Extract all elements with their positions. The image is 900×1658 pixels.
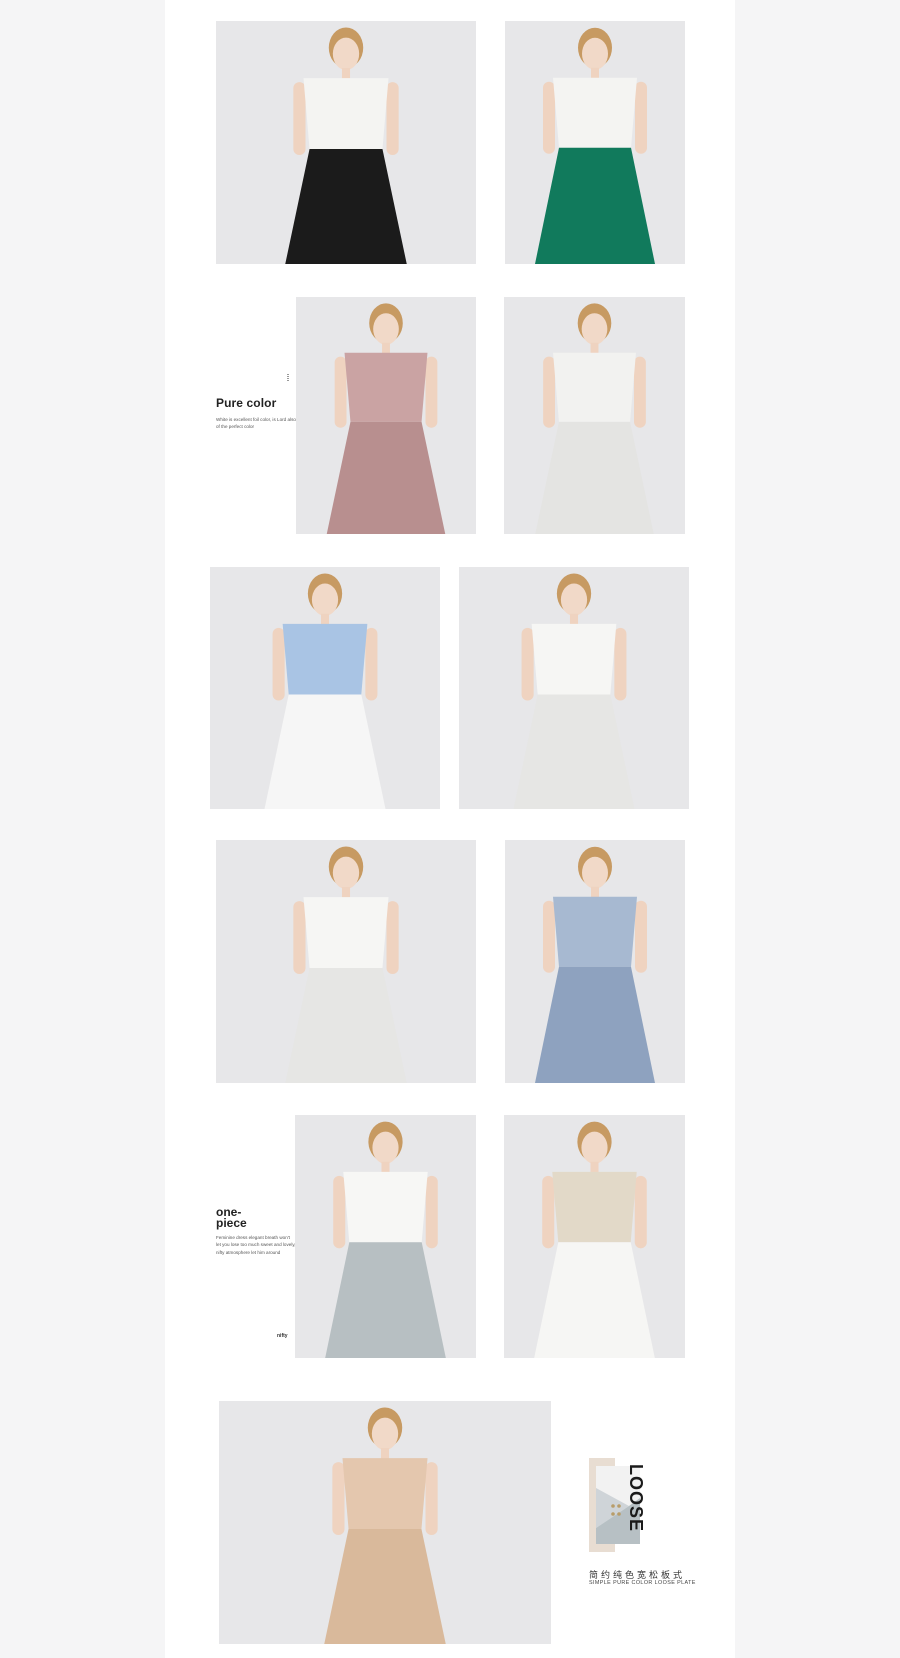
garment-top-shape bbox=[553, 352, 636, 422]
left-arm-shape bbox=[272, 627, 285, 701]
product-photo-white-cross-dress[interactable] bbox=[216, 840, 476, 1083]
left-arm-shape bbox=[543, 900, 555, 973]
garment-top-shape bbox=[344, 352, 428, 422]
left-arm-shape bbox=[543, 356, 555, 428]
white-cross-front-dress-illustration bbox=[285, 846, 407, 1083]
product-photo-pink-dress[interactable] bbox=[296, 297, 476, 534]
face-shape bbox=[581, 313, 608, 345]
right-arm-shape bbox=[386, 82, 399, 156]
garment-top-shape bbox=[303, 897, 389, 968]
product-photo-white-asymmetric-dress[interactable] bbox=[504, 297, 685, 534]
garment-bottom-shape bbox=[285, 967, 407, 1083]
loose-caption-english: SIMPLE PURE COLOR LOOSE PLATE bbox=[589, 1580, 696, 1586]
right-arm-shape bbox=[634, 356, 646, 428]
garment-bottom-shape bbox=[513, 694, 635, 809]
right-arm-shape bbox=[425, 1175, 438, 1249]
left-arm-shape bbox=[333, 1175, 346, 1249]
one-piece-copy: one- piece Feminine dress elegant breath… bbox=[216, 1206, 296, 1256]
garment-top-shape bbox=[553, 896, 637, 967]
product-photo-blue-wrap-dress[interactable] bbox=[505, 840, 685, 1083]
garment-bottom-shape bbox=[325, 1242, 446, 1358]
blue-ruffle-dress-illustration bbox=[264, 573, 386, 809]
garment-top-shape bbox=[553, 77, 637, 148]
left-arm-shape bbox=[542, 1175, 555, 1249]
left-arm-shape bbox=[293, 901, 306, 975]
product-photo-white-off-shoulder-dress[interactable] bbox=[459, 567, 689, 809]
face-shape bbox=[332, 37, 360, 71]
right-arm-shape bbox=[635, 900, 647, 973]
face-shape bbox=[311, 583, 339, 616]
white-jacket-grey-skirt-illustration bbox=[325, 1121, 446, 1358]
divider-dots bbox=[287, 374, 289, 382]
one-piece-title: one- piece bbox=[216, 1206, 296, 1230]
face-shape bbox=[373, 313, 399, 345]
face-shape bbox=[581, 1131, 608, 1164]
product-photo-beige-coat[interactable] bbox=[219, 1401, 551, 1644]
right-arm-shape bbox=[425, 1462, 438, 1536]
garment-bottom-shape bbox=[534, 1242, 655, 1358]
pink-lace-slip-dress-illustration bbox=[326, 303, 446, 534]
product-photo-blue-ruffle-dress[interactable] bbox=[210, 567, 440, 809]
white-off-shoulder-dress-illustration bbox=[513, 573, 635, 809]
left-arm-shape bbox=[521, 627, 534, 701]
product-photo-off-shoulder-blouse[interactable] bbox=[505, 21, 685, 264]
face-shape bbox=[371, 1417, 399, 1451]
left-arm-shape bbox=[332, 1462, 345, 1536]
pure-color-copy: Pure color White is excellent foil color… bbox=[216, 396, 296, 431]
face-shape bbox=[372, 1131, 399, 1164]
blue-wrap-dress-illustration bbox=[535, 846, 655, 1083]
product-photo-beige-jacket[interactable] bbox=[504, 1115, 685, 1358]
garment-bottom-shape bbox=[326, 421, 446, 534]
right-arm-shape bbox=[634, 1175, 647, 1249]
white-asymmetric-dress-illustration bbox=[535, 303, 654, 534]
white-blouse-black-pants-illustration bbox=[285, 27, 407, 264]
pure-color-text: White is excellent foil color, is Lord a… bbox=[216, 417, 296, 430]
right-arm-shape bbox=[614, 627, 627, 701]
left-arm-shape bbox=[293, 82, 306, 156]
left-arm-shape bbox=[543, 81, 555, 154]
product-photo-white-blouse[interactable] bbox=[216, 21, 476, 264]
right-arm-shape bbox=[635, 81, 647, 154]
face-shape bbox=[332, 856, 360, 890]
garment-top-shape bbox=[303, 78, 389, 149]
garment-top-shape bbox=[531, 623, 617, 695]
right-arm-shape bbox=[386, 901, 399, 975]
garment-top-shape bbox=[343, 1171, 428, 1243]
garment-bottom-shape bbox=[535, 966, 655, 1083]
nifty-mark: nifty bbox=[277, 1333, 288, 1339]
pure-color-title: Pure color bbox=[216, 396, 277, 410]
garment-bottom-shape bbox=[535, 421, 654, 534]
garment-top-shape bbox=[552, 1171, 637, 1243]
face-shape bbox=[582, 856, 608, 889]
garment-bottom-shape bbox=[285, 148, 407, 264]
beige-jacket-set-illustration bbox=[534, 1121, 655, 1358]
garment-bottom-shape bbox=[535, 147, 655, 264]
right-arm-shape bbox=[365, 627, 378, 701]
garment-top-shape bbox=[342, 1458, 428, 1529]
one-piece-title-line2: piece bbox=[216, 1215, 247, 1230]
left-arm-shape bbox=[334, 356, 347, 428]
garment-bottom-shape bbox=[324, 1528, 446, 1644]
face-shape bbox=[560, 583, 588, 616]
garment-top-shape bbox=[282, 623, 368, 695]
beige-belted-coat-illustration bbox=[324, 1407, 446, 1644]
face-shape bbox=[582, 37, 608, 70]
one-piece-text: Feminine dress elegant breath won't let … bbox=[216, 1235, 296, 1255]
garment-bottom-shape bbox=[264, 694, 386, 809]
right-arm-shape bbox=[425, 356, 438, 428]
product-photo-white-jacket[interactable] bbox=[295, 1115, 476, 1358]
loose-heading: LOOSE bbox=[626, 1464, 646, 1533]
off-shoulder-blouse-green-skirt-illustration bbox=[535, 27, 655, 264]
